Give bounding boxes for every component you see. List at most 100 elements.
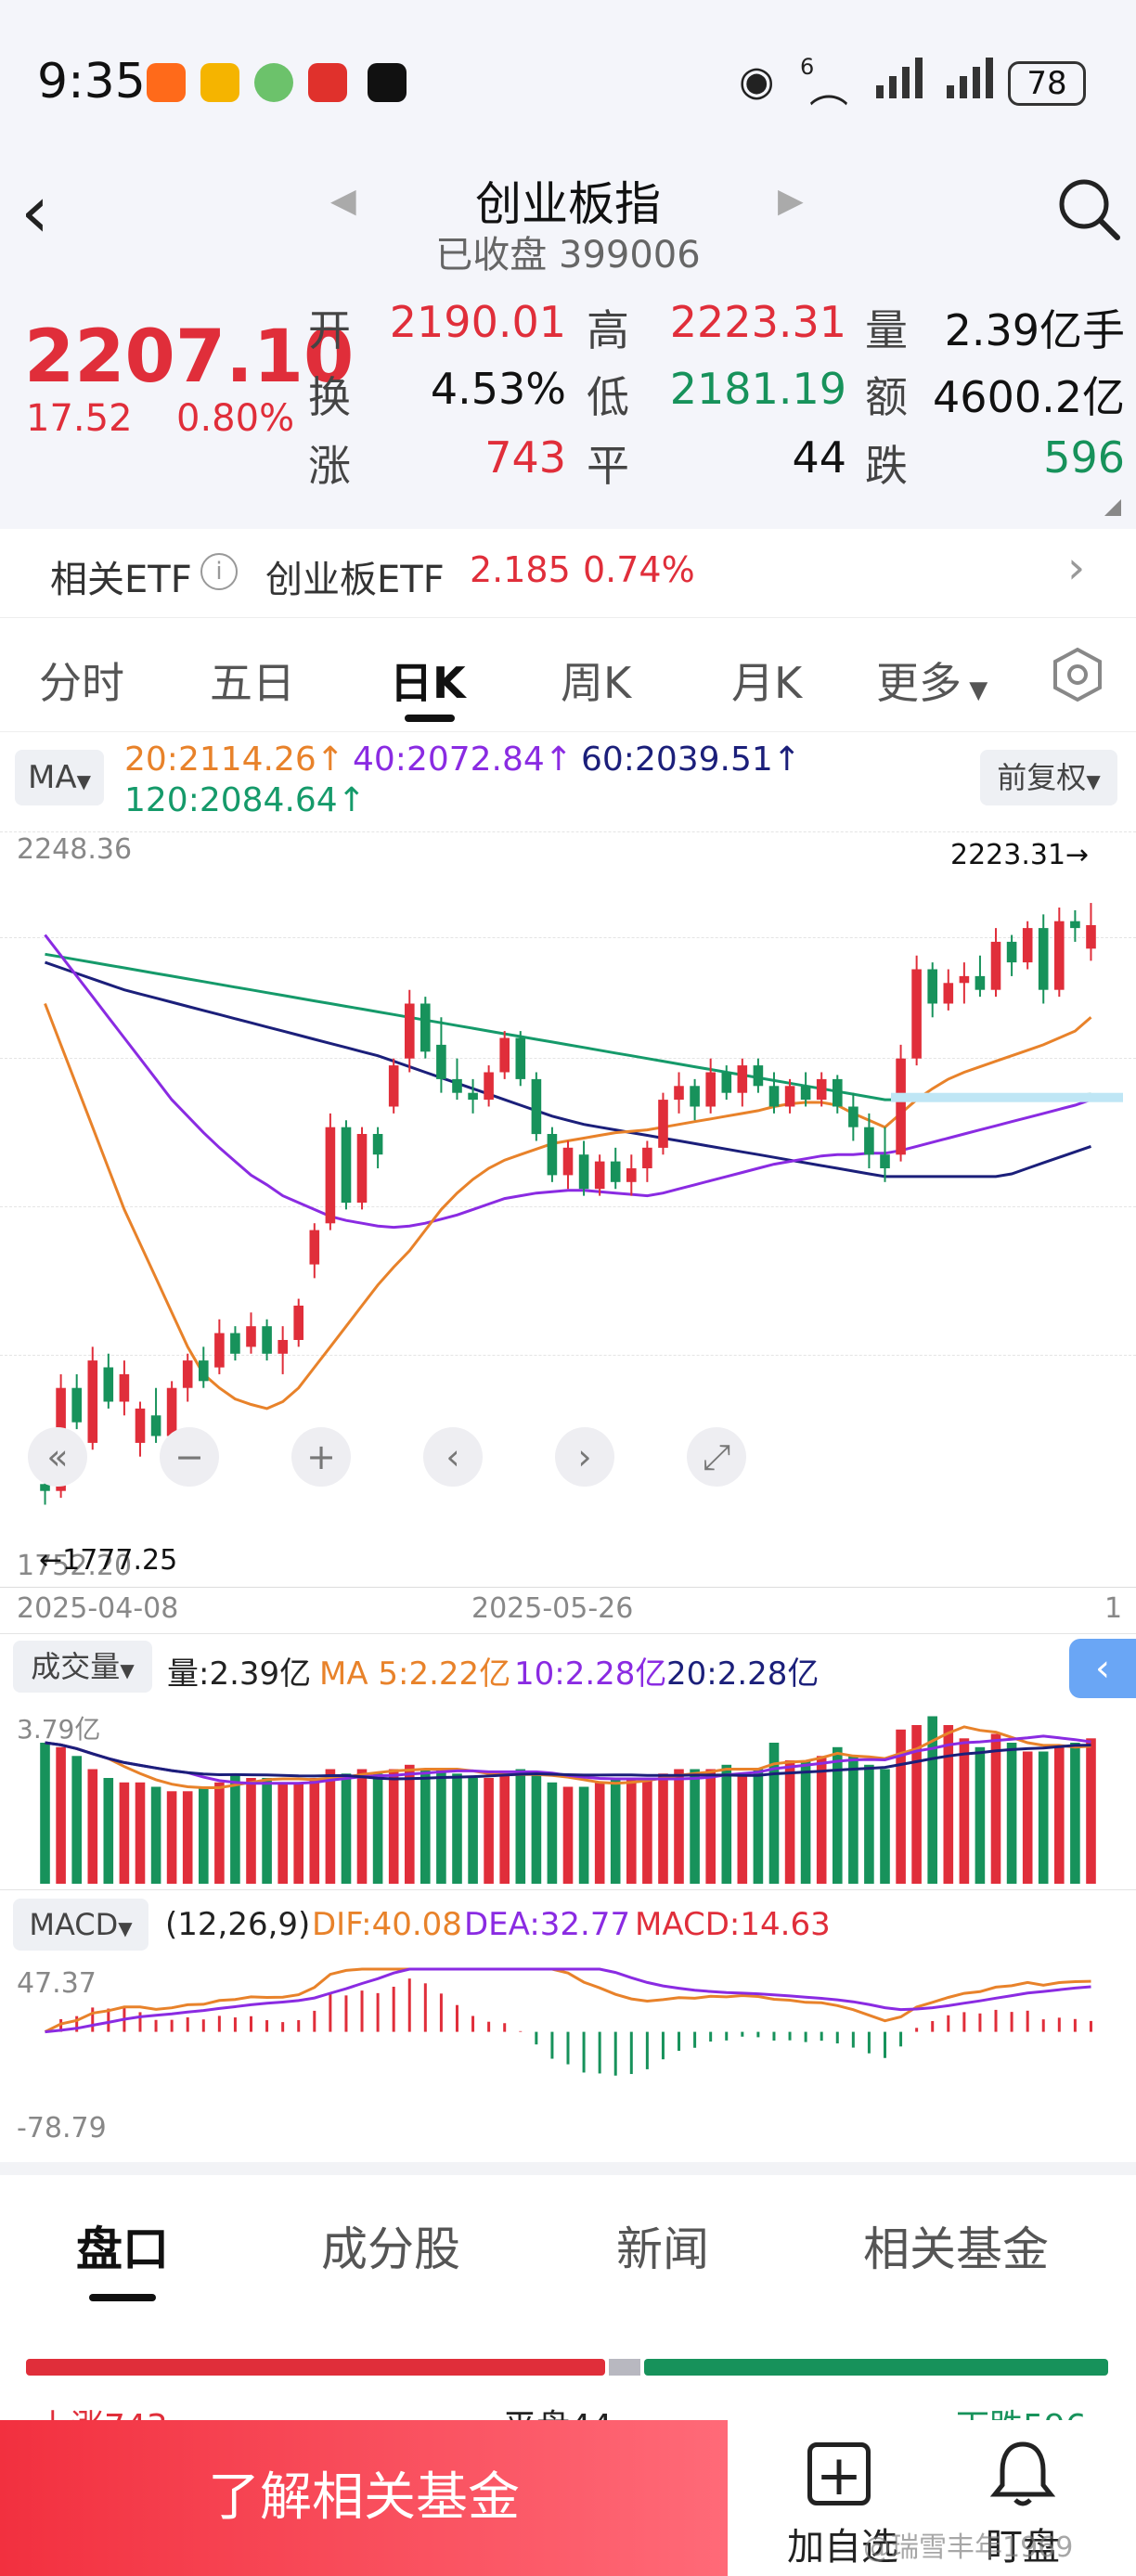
candle-body — [753, 1065, 764, 1087]
tab-monthly-k[interactable]: 月K — [731, 650, 802, 711]
macd-chart[interactable] — [0, 1960, 1136, 2145]
dropdown-icon: ▼ — [962, 676, 988, 704]
x-mid-label: 2025-05-26 — [471, 1592, 634, 1625]
x-start-label: 2025-04-08 — [17, 1592, 179, 1625]
prev-stock-icon[interactable]: ◀ — [330, 182, 356, 220]
adjust-selector[interactable]: 前复权▼ — [980, 750, 1117, 805]
candle-body — [1070, 921, 1080, 929]
candle-body — [119, 1373, 130, 1402]
volume-bar — [578, 1786, 589, 1884]
candle-body — [784, 1086, 795, 1107]
volume-bar — [674, 1769, 684, 1884]
tab-intraday[interactable]: 分时 — [39, 650, 124, 711]
related-etf-row[interactable]: 相关ETF i 创业板ETF 2.185 0.74% › — [0, 529, 1136, 618]
tab-weekly-k[interactable]: 周K — [561, 650, 631, 711]
volume-selector[interactable]: 成交量▼ — [13, 1641, 152, 1693]
scroll-to-start-button[interactable]: « — [28, 1427, 87, 1487]
candle-body — [262, 1326, 272, 1354]
volume-bar — [135, 1782, 146, 1884]
ma-selector[interactable]: MA▼ — [15, 750, 104, 805]
volume-bar — [420, 1769, 431, 1884]
candle-body — [768, 1086, 780, 1107]
tab-more[interactable]: 更多 ▼ — [876, 650, 988, 711]
collapse-panel-icon[interactable]: ‹ — [1069, 1639, 1136, 1698]
advancers-label: 涨 — [308, 441, 351, 491]
macd-dif-line — [44, 1967, 1091, 2033]
scroll-right-button[interactable]: › — [555, 1427, 614, 1487]
tab-constituents[interactable]: 成分股 — [321, 2212, 460, 2279]
macd-y-min: -78.79 — [17, 2112, 107, 2145]
search-icon[interactable] — [1056, 173, 1121, 247]
zoom-in-button[interactable]: + — [291, 1427, 351, 1487]
advancers-value: 743 — [484, 432, 566, 483]
candle-body — [975, 975, 986, 990]
volume-bar — [594, 1782, 605, 1884]
decliners-label: 跌 — [865, 441, 908, 491]
tab-order-book[interactable]: 盘口 — [76, 2212, 169, 2279]
fullscreen-button[interactable]: ⤢ — [687, 1427, 746, 1487]
candle-body — [705, 1072, 716, 1107]
high-value: 2223.31 — [669, 297, 846, 347]
high-marker: 2223.31→ — [950, 839, 1090, 871]
learn-funds-button[interactable]: 了解相关基金 — [0, 2420, 728, 2576]
settings-icon[interactable] — [1049, 646, 1106, 703]
volume-bar — [880, 1769, 890, 1884]
candle-body — [199, 1360, 209, 1382]
volume-bar — [531, 1773, 542, 1884]
candle-body — [246, 1326, 256, 1347]
volume-bar — [848, 1756, 858, 1884]
chevron-right-icon[interactable]: › — [1067, 542, 1085, 594]
volume-bar — [56, 1746, 66, 1884]
volume-bar — [943, 1725, 954, 1884]
unchanged-value: 44 — [792, 432, 846, 483]
candle-body — [372, 1134, 383, 1155]
candle-body — [642, 1147, 652, 1168]
tab-related-funds[interactable]: 相关基金 — [863, 2212, 1049, 2279]
tab-five-day[interactable]: 五日 — [210, 650, 295, 711]
tab-news[interactable]: 新闻 — [616, 2212, 709, 2279]
volume-bar — [71, 1756, 82, 1884]
dropdown-icon: ▼ — [118, 1917, 133, 1939]
volume-bar — [230, 1773, 240, 1884]
macd-selector[interactable]: MACD▼ — [13, 1899, 148, 1951]
candle-body — [721, 1072, 732, 1093]
volume-bar — [1070, 1743, 1080, 1884]
volume-bar — [1006, 1743, 1017, 1884]
next-stock-icon[interactable]: ▶ — [778, 182, 804, 220]
candle-body — [356, 1134, 368, 1203]
volume-bar — [468, 1778, 478, 1884]
volume-bar — [499, 1773, 510, 1884]
volume-bar — [737, 1773, 748, 1884]
dropdown-icon: ▼ — [76, 770, 91, 792]
tab-daily-k[interactable]: 日K — [390, 650, 466, 711]
volume-bar — [484, 1778, 494, 1884]
status-bar: 9:35 ◉ 6 ︵ 78 — [0, 0, 1136, 167]
volume-bar — [753, 1769, 764, 1884]
low-label: 低 — [587, 372, 629, 422]
open-value: 2190.01 — [389, 297, 566, 347]
macd-dea: DEA:32.77 — [464, 1906, 631, 1943]
turnover-value: 4.53% — [430, 364, 566, 414]
info-icon[interactable]: i — [200, 553, 238, 590]
candle-body — [166, 1387, 177, 1436]
macd-hist: MACD:14.63 — [635, 1906, 831, 1943]
candle-body — [626, 1168, 637, 1182]
candle-body — [880, 1154, 890, 1168]
header: ‹ ◀ 创业板指 已收盘 399006 ▶ — [0, 167, 1136, 278]
back-icon[interactable]: ‹ — [20, 171, 49, 254]
bell-icon[interactable] — [989, 2439, 1056, 2509]
etf-change-pct: 0.74% — [583, 549, 695, 590]
volume-bar — [166, 1791, 177, 1884]
volume-ma10: 10:2.28亿 — [514, 1655, 667, 1693]
expand-corner-icon[interactable] — [1104, 499, 1121, 516]
candle-body — [833, 1078, 843, 1107]
candle-body — [71, 1387, 82, 1423]
unchanged-label: 平 — [587, 441, 629, 491]
volume-chart[interactable] — [0, 1707, 1136, 1884]
scroll-left-button[interactable]: ‹ — [423, 1427, 483, 1487]
volume-bar — [800, 1760, 811, 1884]
zoom-out-button[interactable]: − — [160, 1427, 219, 1487]
candle-body — [325, 1127, 336, 1224]
add-watchlist-icon[interactable]: + — [807, 2442, 871, 2505]
volume-bar — [610, 1778, 621, 1884]
